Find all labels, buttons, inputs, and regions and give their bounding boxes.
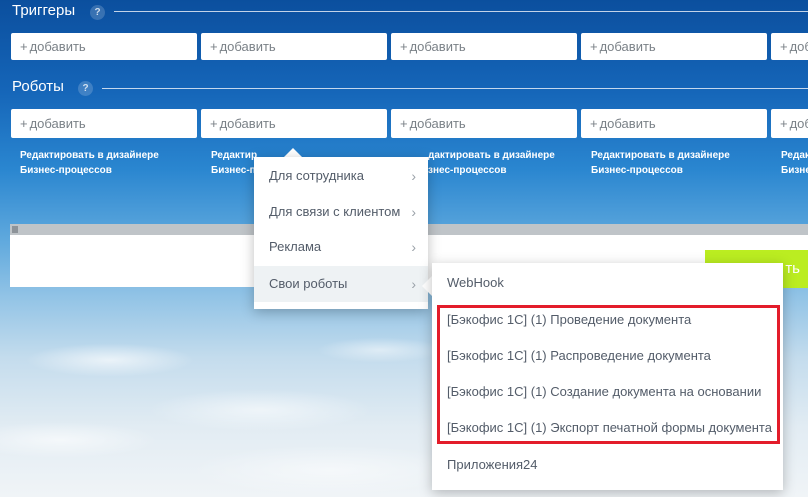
menu-pointer — [284, 148, 302, 157]
menu-item-employee[interactable]: Для сотрудника › — [254, 158, 428, 194]
highlight-frame — [437, 305, 780, 444]
robot-category-menu: Для сотрудника › Для связи с клиентом › … — [254, 157, 428, 309]
plus-icon: + — [590, 116, 598, 131]
submenu-pointer — [422, 276, 432, 296]
plus-icon: + — [210, 39, 218, 54]
trigger-add-slot-4[interactable]: + добавить — [581, 33, 767, 60]
plus-icon: + — [780, 116, 788, 131]
robots-help-icon[interactable]: ? — [78, 81, 93, 96]
edit-designer-link-4[interactable]: Редактировать в дизайнере Бизнес-процесс… — [591, 148, 771, 178]
edit-designer-link-3[interactable]: дактировать в дизайнере знес-процессов — [428, 148, 578, 178]
chevron-right-icon: › — [411, 276, 416, 292]
plus-icon: + — [20, 116, 28, 131]
menu-item-advertising[interactable]: Реклама › — [254, 229, 428, 265]
chevron-right-icon: › — [411, 168, 416, 184]
plus-icon: + — [780, 39, 788, 54]
triggers-title: Триггеры — [12, 2, 76, 19]
triggers-help-icon[interactable]: ? — [90, 5, 105, 20]
trigger-add-slot-1[interactable]: + добавить — [11, 33, 197, 60]
robot-add-slot-4[interactable]: + добавить — [581, 109, 767, 138]
plus-icon: + — [400, 39, 408, 54]
trigger-add-slot-2[interactable]: + добавить — [201, 33, 387, 60]
plus-icon: + — [400, 116, 408, 131]
plus-icon: + — [210, 116, 218, 131]
robots-title: Роботы — [12, 78, 64, 95]
plus-icon: + — [590, 39, 598, 54]
submenu-item-webhook[interactable]: WebHook — [432, 265, 783, 301]
robots-divider — [102, 88, 808, 89]
scrollbar-thumb[interactable] — [12, 226, 18, 233]
submenu-item-apps24[interactable]: Приложения24 — [432, 447, 783, 483]
plus-icon: + — [20, 39, 28, 54]
edit-designer-link-1[interactable]: Редактировать в дизайнере Бизнес-процесс… — [20, 148, 200, 178]
robot-add-slot-1[interactable]: + добавить — [11, 109, 197, 138]
robot-add-slot-5[interactable]: +добав — [771, 109, 808, 138]
trigger-add-slot-3[interactable]: + добавить — [391, 33, 577, 60]
menu-item-own-robots[interactable]: Свои роботы › — [254, 266, 428, 302]
chevron-right-icon: › — [411, 239, 416, 255]
robot-add-slot-2[interactable]: + добавить — [201, 109, 387, 138]
edit-designer-link-2[interactable]: Редактир Бизнес-п — [211, 148, 257, 178]
menu-item-client-contact[interactable]: Для связи с клиентом › — [254, 194, 428, 230]
robot-add-slot-3[interactable]: + добавить — [391, 109, 577, 138]
chevron-right-icon: › — [411, 204, 416, 220]
edit-designer-link-5[interactable]: Редак Бизне — [781, 148, 808, 178]
trigger-add-slot-5[interactable]: +добав — [771, 33, 808, 60]
triggers-divider — [114, 11, 808, 12]
